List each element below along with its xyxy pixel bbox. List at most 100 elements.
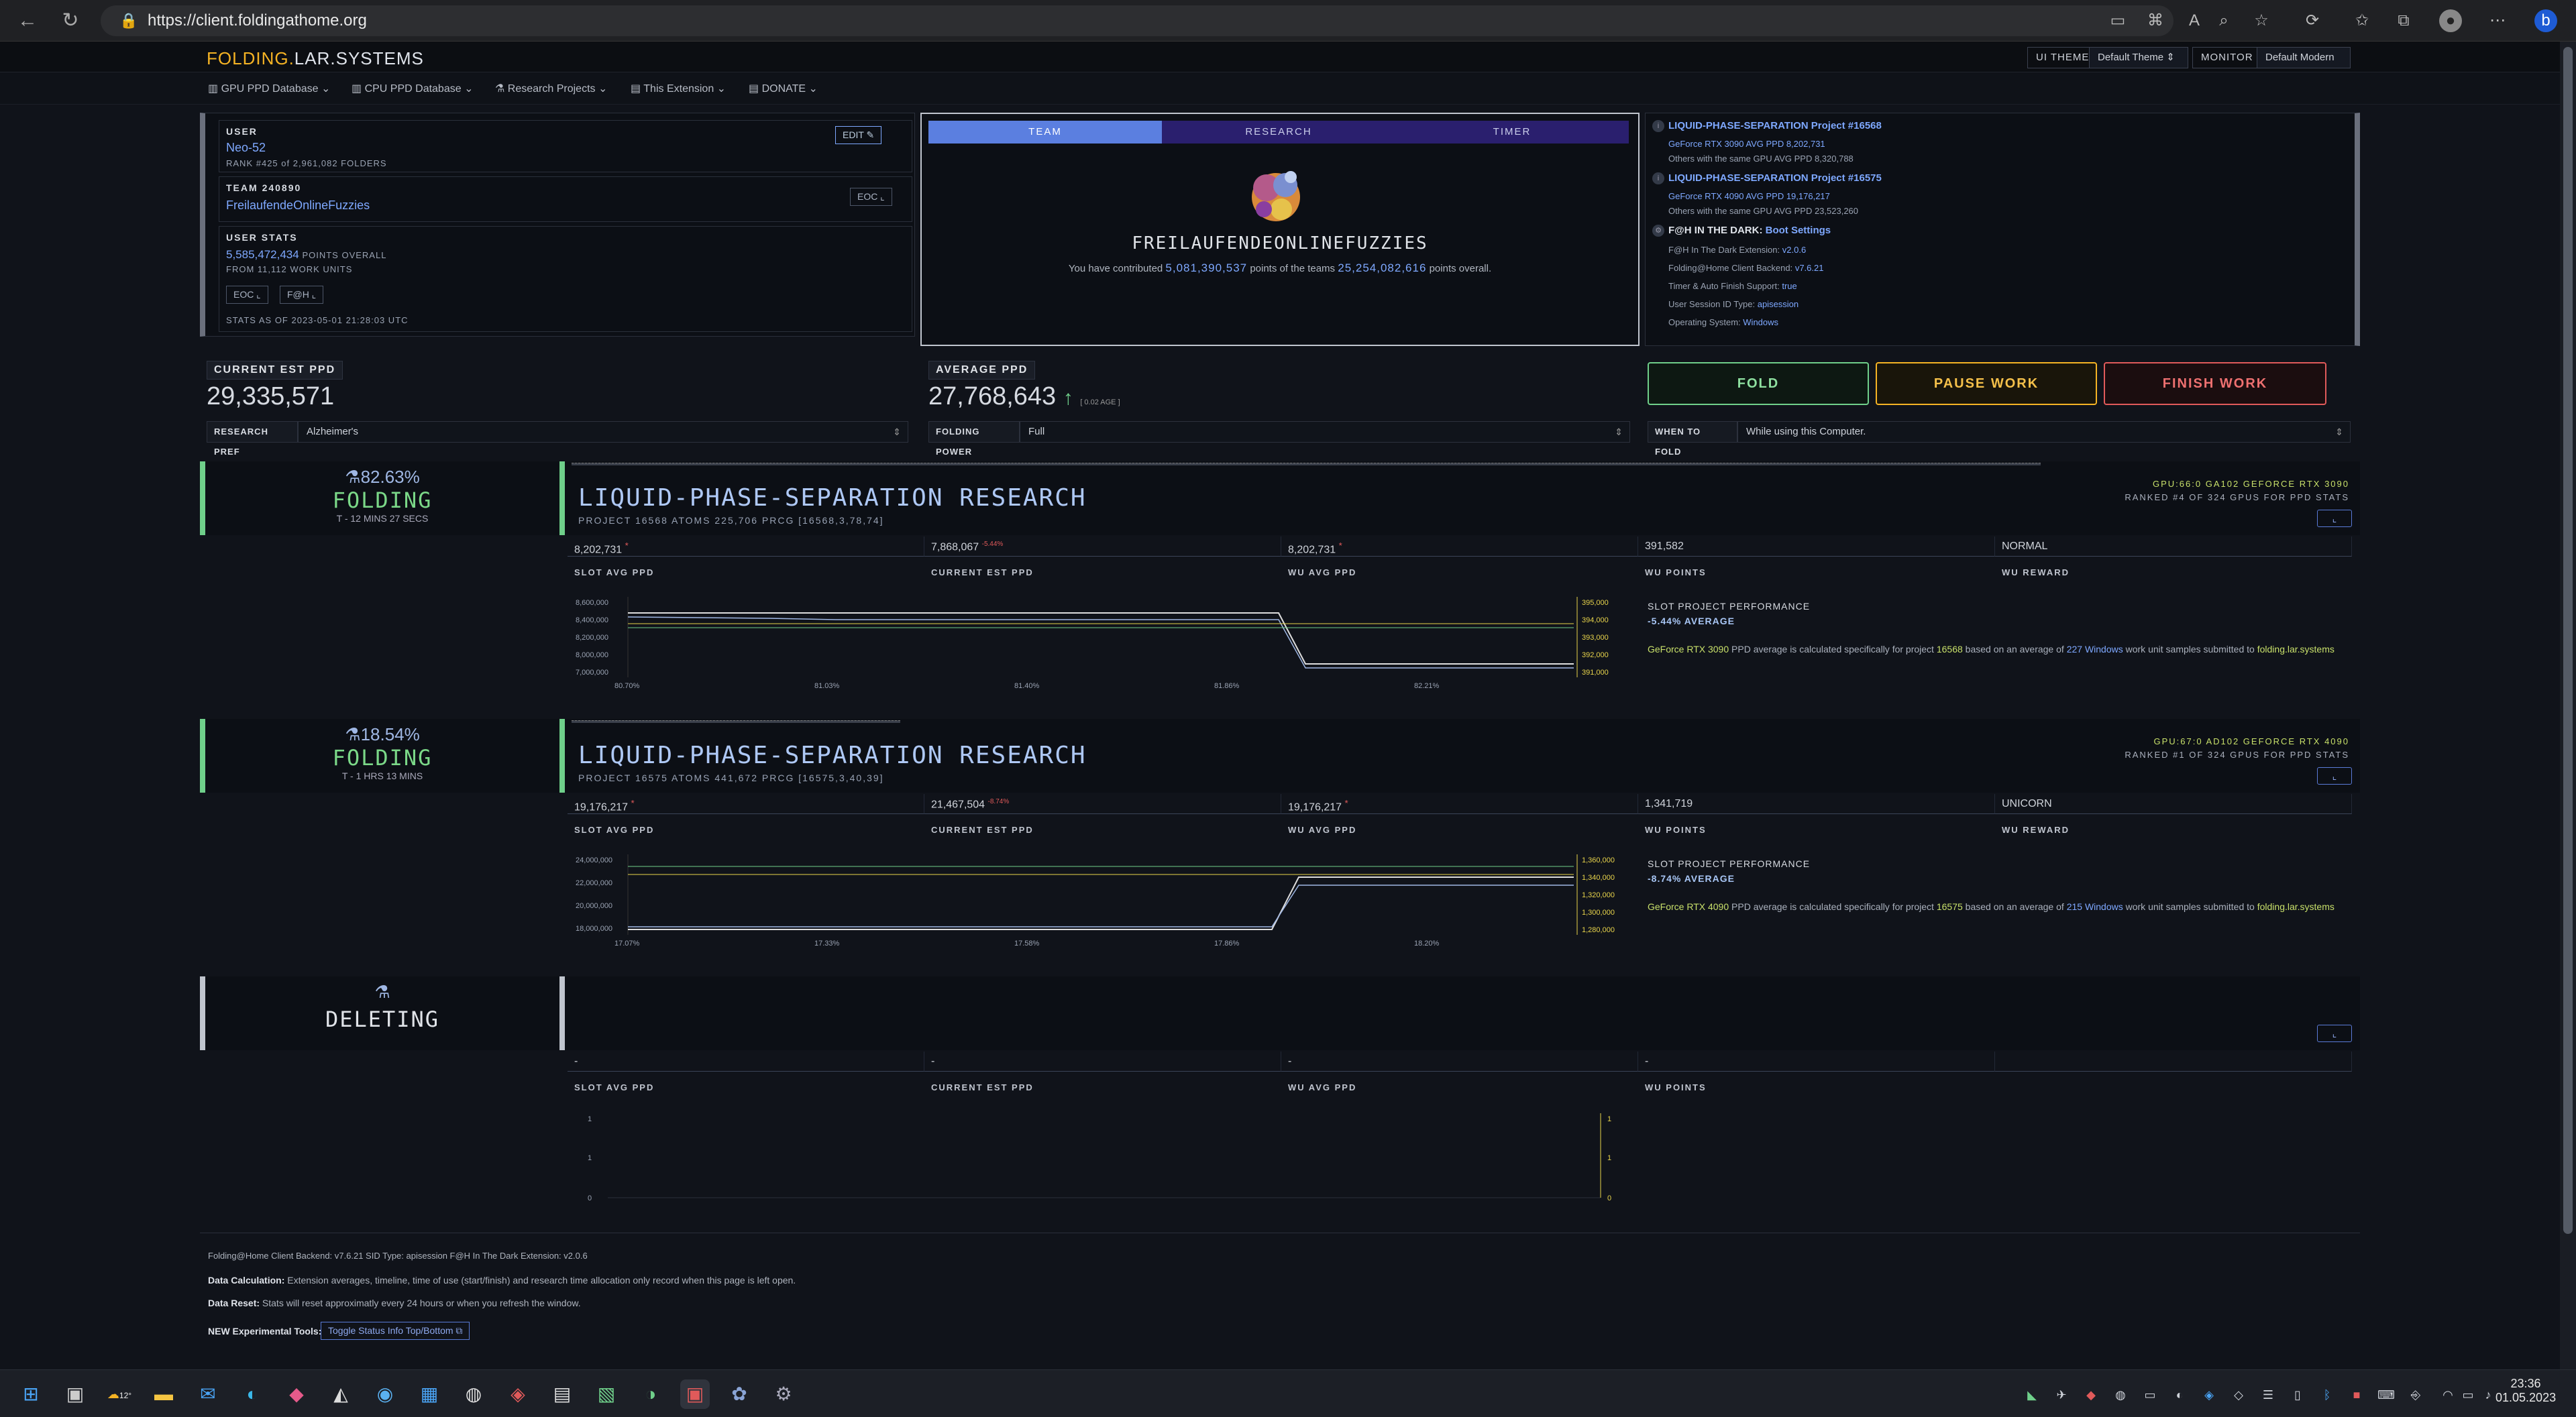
project-title: LIQUID-PHASE-SEPARATION RESEARCH bbox=[578, 742, 1087, 769]
keyboard-icon[interactable]: ⌨ bbox=[2377, 1386, 2395, 1404]
refresh-icon[interactable]: ↻ bbox=[56, 7, 85, 35]
finish-work-button[interactable]: FINISH WORK bbox=[2104, 362, 2326, 405]
project2-title[interactable]: LIQUID-PHASE-SEPARATION Project #16575 bbox=[1668, 172, 1882, 184]
y2-tick: 1,360,000 bbox=[1582, 856, 1615, 864]
edge-icon[interactable]: ◐ bbox=[237, 1379, 267, 1409]
flask-icon: ⚗ bbox=[345, 724, 361, 744]
menu-gpu-ppd[interactable]: ▥ GPU PPD Database ⌄ bbox=[208, 82, 330, 95]
tray-icon[interactable]: ■ bbox=[2348, 1386, 2365, 1404]
chart-toggle-icon[interactable]: ⌞ bbox=[2317, 510, 2352, 527]
perf-site-link[interactable]: folding.lar.systems bbox=[2257, 901, 2334, 912]
volume-icon[interactable]: ♪ bbox=[2479, 1386, 2497, 1404]
address-bar[interactable]: 🔒 https://client.foldingathome.org bbox=[101, 5, 2174, 36]
tray-icon[interactable]: ◍ bbox=[2112, 1386, 2129, 1404]
edit-user-button[interactable]: EDIT ✎ bbox=[835, 126, 882, 144]
team-eoc-button[interactable]: EOC ⌞ bbox=[850, 188, 892, 206]
menu-label: CPU PPD Database bbox=[364, 83, 462, 95]
chart-toggle-icon[interactable]: ⌞ bbox=[2317, 767, 2352, 785]
back-icon[interactable]: ← bbox=[13, 7, 42, 35]
app-icon[interactable]: ▦ bbox=[415, 1379, 444, 1409]
app-icon[interactable]: ▤ bbox=[547, 1379, 577, 1409]
team-label: TEAM bbox=[226, 182, 258, 193]
tray-icon[interactable]: ◐ bbox=[2171, 1386, 2188, 1404]
ui-theme-select[interactable]: Default Theme ⇕ bbox=[2089, 47, 2188, 68]
scroll-thumb[interactable] bbox=[2563, 47, 2573, 1234]
tray-icon[interactable]: ▭ bbox=[2141, 1386, 2159, 1404]
monitor-select[interactable]: Default Modern ⇕ bbox=[2257, 47, 2351, 83]
fold-button[interactable]: FOLD bbox=[1648, 362, 1869, 405]
folding-power-select[interactable]: Full bbox=[1020, 421, 1630, 443]
file-explorer-icon[interactable]: ▬ bbox=[149, 1379, 178, 1409]
research-pref-select[interactable]: Alzheimer's bbox=[298, 421, 908, 443]
app-icon[interactable]: ▧ bbox=[592, 1379, 621, 1409]
user-name[interactable]: Neo-52 bbox=[226, 141, 266, 155]
boot-settings-link[interactable]: Boot Settings bbox=[1766, 225, 1831, 236]
tray-icon[interactable]: ✈ bbox=[2053, 1386, 2070, 1404]
tray-icon[interactable]: ☰ bbox=[2259, 1386, 2277, 1404]
team-contribution: You have contributed 5,081,390,537 point… bbox=[922, 262, 1638, 275]
favorite-add-icon[interactable]: ☆ bbox=[2250, 9, 2273, 32]
tray-icon[interactable]: ▯ bbox=[2289, 1386, 2306, 1404]
folding-app-icon[interactable]: ▣ bbox=[680, 1379, 710, 1409]
nvidia-icon[interactable]: ◣ bbox=[2023, 1386, 2041, 1404]
stat-value: UNICORN bbox=[2002, 798, 2052, 809]
start-icon[interactable]: ⊞ bbox=[16, 1379, 46, 1409]
app-icon[interactable]: ◑ bbox=[636, 1379, 665, 1409]
refresh-extension-icon[interactable]: ⟳ bbox=[2301, 9, 2324, 32]
user-fah-button[interactable]: F@H ⌞ bbox=[280, 286, 324, 304]
bluetooth-icon[interactable]: ᛒ bbox=[2318, 1386, 2336, 1404]
y2-tick: 392,000 bbox=[1582, 651, 1609, 659]
wifi-icon[interactable]: ◠ bbox=[2439, 1386, 2457, 1404]
language-icon[interactable]: ⎆ bbox=[2407, 1386, 2424, 1404]
app-icon[interactable]: ✿ bbox=[724, 1379, 754, 1409]
favorites-icon[interactable]: ✩ bbox=[2351, 9, 2373, 32]
stat-value: 8,202,731 bbox=[574, 544, 623, 556]
bing-icon[interactable]: b bbox=[2534, 9, 2557, 32]
browser-icon[interactable]: ◉ bbox=[370, 1379, 400, 1409]
x-tick: 17.33% bbox=[814, 940, 840, 948]
tab-icon[interactable]: ▭ bbox=[2106, 9, 2129, 32]
read-aloud-icon[interactable]: A bbox=[2183, 9, 2206, 32]
tray-icon[interactable]: ◆ bbox=[2082, 1386, 2100, 1404]
tab-timer[interactable]: TIMER bbox=[1395, 121, 1629, 144]
project1-title[interactable]: LIQUID-PHASE-SEPARATION Project #16568 bbox=[1668, 120, 1882, 131]
clock[interactable]: 23:36 01.05.2023 bbox=[2496, 1377, 2556, 1405]
app-icon[interactable]: ◍ bbox=[459, 1379, 488, 1409]
contrib-value: 5,081,390,537 bbox=[1165, 262, 1248, 274]
perf-site-link[interactable]: folding.lar.systems bbox=[2257, 644, 2334, 655]
zoom-icon[interactable]: ⌕ bbox=[2212, 9, 2235, 32]
task-view-icon[interactable]: ▣ bbox=[60, 1379, 90, 1409]
app-icon[interactable]: ◈ bbox=[503, 1379, 533, 1409]
settings-icon[interactable]: ⚙ bbox=[769, 1379, 798, 1409]
collections-icon[interactable]: ⧉ bbox=[2392, 9, 2415, 32]
more-icon[interactable]: ⋯ bbox=[2486, 9, 2509, 32]
y2-tick: 1,320,000 bbox=[1582, 891, 1615, 899]
flask-icon: ⚗ bbox=[345, 467, 361, 487]
pause-work-button[interactable]: PAUSE WORK bbox=[1876, 362, 2097, 405]
tray-icon[interactable]: ◈ bbox=[2200, 1386, 2218, 1404]
tab-research[interactable]: RESEARCH bbox=[1162, 121, 1395, 144]
y2-tick: 1,340,000 bbox=[1582, 874, 1615, 882]
extension-puzzle-icon[interactable]: ⌘ bbox=[2144, 9, 2167, 32]
weather-icon[interactable]: ☁12° bbox=[105, 1379, 134, 1409]
chart-toggle-icon[interactable]: ⌞ bbox=[2317, 1025, 2352, 1042]
profile-avatar-icon[interactable]: ● bbox=[2439, 9, 2462, 32]
app-icon[interactable]: ◭ bbox=[326, 1379, 356, 1409]
team-name[interactable]: FreilaufendeOnlineFuzzies bbox=[226, 199, 370, 213]
menu-cpu-ppd[interactable]: ▥ CPU PPD Database ⌄ bbox=[352, 82, 473, 95]
menu-research-projects[interactable]: ⚗ Research Projects ⌄ bbox=[495, 82, 607, 95]
network-icon[interactable]: ▭ bbox=[2459, 1386, 2477, 1404]
tray-icon[interactable]: ◇ bbox=[2230, 1386, 2247, 1404]
user-eoc-button[interactable]: EOC ⌞ bbox=[226, 286, 268, 304]
menu-this-extension[interactable]: ▤ This Extension ⌄ bbox=[631, 82, 726, 95]
tab-team[interactable]: TEAM bbox=[928, 121, 1162, 144]
app-icon[interactable]: ◆ bbox=[282, 1379, 311, 1409]
toggle-status-button[interactable]: Toggle Status Info Top/Bottom ⧉ bbox=[321, 1322, 470, 1340]
progress-dashes bbox=[572, 720, 900, 723]
brand-logo[interactable]: FOLDING.LAR.SYSTEMS bbox=[207, 48, 424, 69]
stat-delta: -5.44% bbox=[981, 541, 1004, 548]
mail-icon[interactable]: ✉ bbox=[193, 1379, 223, 1409]
edit-label: EDIT bbox=[843, 129, 864, 140]
when-to-fold-select[interactable]: While using this Computer. bbox=[1737, 421, 2351, 443]
menu-donate[interactable]: ▤ DONATE ⌄ bbox=[749, 82, 818, 95]
